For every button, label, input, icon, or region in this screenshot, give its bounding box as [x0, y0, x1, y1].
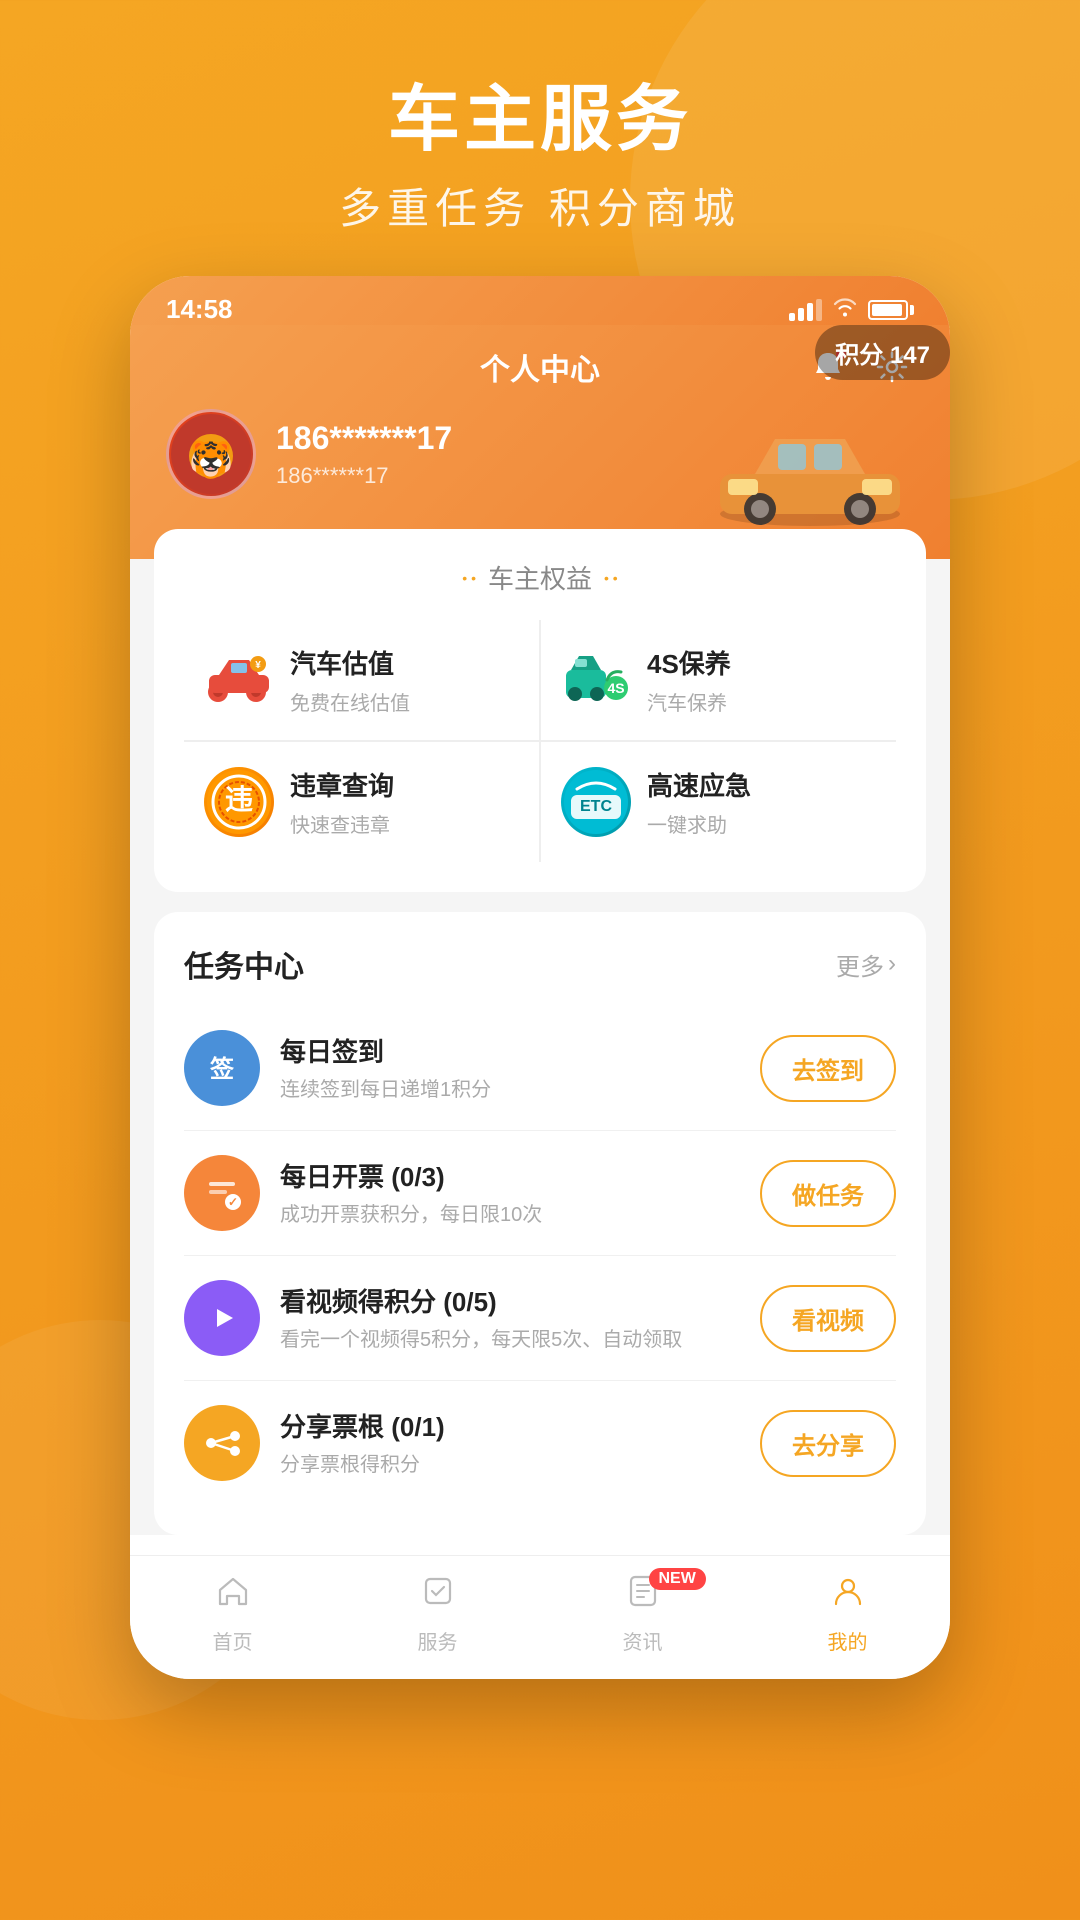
- rights-item-highway[interactable]: ETC 高速应急 一键求助: [541, 742, 896, 862]
- car-rights-card: • • 车主权益 • •: [154, 529, 926, 892]
- car-valuation-desc: 免费在线估值: [290, 687, 410, 716]
- task-center-title: 任务中心: [184, 942, 304, 986]
- highway-name: 高速应急: [647, 766, 751, 803]
- header-title: 个人中心: [480, 345, 600, 389]
- car-rights-title: • • 车主权益 • •: [184, 559, 896, 596]
- open-ticket-button[interactable]: 做任务: [760, 1160, 896, 1227]
- share-ticket-info: 分享票根 (0/1) 分享票根得积分: [280, 1407, 740, 1480]
- car-illustration: [700, 419, 920, 529]
- svg-text:ETC: ETC: [580, 798, 612, 815]
- svg-text:签: 签: [209, 1055, 235, 1083]
- title-dots-left: • •: [462, 570, 476, 586]
- car-valuation-text: 汽车估值 免费在线估值: [290, 644, 410, 716]
- share-ticket-name: 分享票根 (0/1): [280, 1407, 740, 1444]
- nav-item-home[interactable]: 首页: [130, 1572, 335, 1655]
- bottom-nav: 首页 服务 NEW 资讯: [130, 1555, 950, 1679]
- service-icon: [419, 1572, 457, 1620]
- violation-name: 违章查询: [290, 766, 394, 803]
- open-ticket-desc: 成功开票获积分，每日限10次: [280, 1200, 740, 1230]
- nav-item-news[interactable]: NEW 资讯: [540, 1572, 745, 1655]
- highway-text: 高速应急 一键求助: [647, 766, 751, 838]
- watch-video-desc: 看完一个视频得5积分，每天限5次、自动领取: [280, 1325, 740, 1355]
- nav-item-service[interactable]: 服务: [335, 1572, 540, 1655]
- nav-service-label: 服务: [418, 1626, 458, 1655]
- car-valuation-icon: ¥: [204, 645, 274, 715]
- checkin-name: 每日签到: [280, 1032, 740, 1069]
- task-item-daily-checkin: 签 每日签到 连续签到每日递增1积分 去签到: [184, 1006, 896, 1131]
- 4s-service-icon: 4S: [561, 645, 631, 715]
- signal-icon: [789, 299, 822, 321]
- watch-video-icon: [184, 1280, 260, 1356]
- svg-text:¥: ¥: [255, 660, 261, 671]
- 4s-service-desc: 汽车保养: [647, 687, 731, 716]
- watch-video-info: 看视频得积分 (0/5) 看完一个视频得5积分，每天限5次、自动领取: [280, 1282, 740, 1355]
- svg-text:违: 违: [225, 784, 253, 815]
- share-ticket-icon: [184, 1405, 260, 1481]
- task-item-share-ticket: 分享票根 (0/1) 分享票根得积分 去分享: [184, 1381, 896, 1505]
- more-label: 更多: [836, 947, 884, 982]
- battery-icon: [868, 300, 914, 320]
- task-item-watch-video: 看视频得积分 (0/5) 看完一个视频得5积分，每天限5次、自动领取 看视频: [184, 1256, 896, 1381]
- svg-text:4S: 4S: [607, 680, 624, 696]
- title-dots-right: • •: [604, 570, 618, 586]
- rights-item-car-valuation[interactable]: ¥ 汽车估值 免费在线估值: [184, 620, 539, 740]
- car-valuation-name: 汽车估值: [290, 644, 410, 681]
- nav-item-mine[interactable]: 我的: [745, 1572, 950, 1655]
- status-bar: 14:58: [130, 276, 950, 325]
- avatar: 🐯: [166, 409, 256, 499]
- status-time: 14:58: [166, 294, 233, 325]
- main-content: • • 车主权益 • •: [130, 529, 950, 1535]
- rights-grid: ¥ 汽车估值 免费在线估值: [184, 620, 896, 862]
- 4s-service-text: 4S保养 汽车保养: [647, 644, 731, 716]
- chevron-right-icon: ›: [888, 950, 896, 978]
- open-ticket-icon: ✓: [184, 1155, 260, 1231]
- svg-text:🐯: 🐯: [189, 438, 234, 480]
- violation-desc: 快速查违章: [290, 809, 394, 838]
- points-badge: 积分 147: [815, 325, 950, 380]
- home-icon: [214, 1572, 252, 1620]
- phone-mockup: 14:58 个人中心: [130, 276, 950, 1679]
- wifi-icon: [832, 296, 858, 324]
- header-area: 个人中心: [130, 325, 950, 559]
- open-ticket-name: 每日开票 (0/3): [280, 1157, 740, 1194]
- rights-item-4s[interactable]: 4S 4S保养 汽车保养: [541, 620, 896, 740]
- nav-home-label: 首页: [213, 1626, 253, 1655]
- checkin-button[interactable]: 去签到: [760, 1035, 896, 1102]
- checkin-info: 每日签到 连续签到每日递增1积分: [280, 1032, 740, 1105]
- svg-text:✓: ✓: [228, 1195, 238, 1209]
- violation-text: 违章查询 快速查违章: [290, 766, 394, 838]
- checkin-icon: 签: [184, 1030, 260, 1106]
- mine-icon: [829, 1572, 867, 1620]
- highway-icon: ETC: [561, 767, 631, 837]
- task-item-daily-open: ✓ 每日开票 (0/3) 成功开票获积分，每日限10次 做任务: [184, 1131, 896, 1256]
- news-badge: NEW: [649, 1568, 706, 1590]
- status-icons: [789, 296, 914, 324]
- header-nav: 个人中心: [166, 345, 914, 389]
- watch-video-name: 看视频得积分 (0/5): [280, 1282, 740, 1319]
- car-rights-label: 车主权益: [488, 559, 592, 596]
- 4s-service-name: 4S保养: [647, 644, 731, 681]
- checkin-desc: 连续签到每日递增1积分: [280, 1075, 740, 1105]
- share-ticket-button[interactable]: 去分享: [760, 1410, 896, 1477]
- highway-desc: 一键求助: [647, 809, 751, 838]
- nav-mine-label: 我的: [828, 1626, 868, 1655]
- open-ticket-info: 每日开票 (0/3) 成功开票获积分，每日限10次: [280, 1157, 740, 1230]
- task-center-header: 任务中心 更多 ›: [184, 942, 896, 986]
- violation-icon: 违: [204, 767, 274, 837]
- task-center-card: 任务中心 更多 › 签 每日签到 连续签到每日递增1积分: [154, 912, 926, 1535]
- points-label: 积分 147: [835, 342, 930, 369]
- watch-video-button[interactable]: 看视频: [760, 1285, 896, 1352]
- task-more-link[interactable]: 更多 ›: [836, 947, 896, 982]
- nav-news-label: 资讯: [623, 1626, 663, 1655]
- share-ticket-desc: 分享票根得积分: [280, 1450, 740, 1480]
- rights-item-violation[interactable]: 违 违章查询 快速查违章: [184, 742, 539, 862]
